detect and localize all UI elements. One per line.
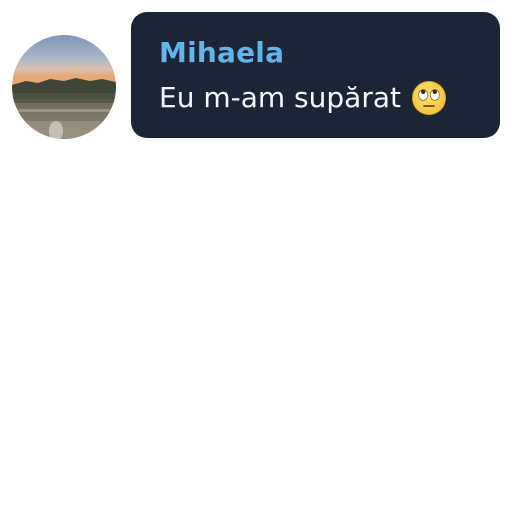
face-with-rolling-eyes-icon <box>411 80 447 116</box>
avatar[interactable] <box>12 35 116 139</box>
message-bubble[interactable]: Mihaela Eu m-am supărat <box>131 12 500 138</box>
avatar-photo <box>12 35 116 139</box>
message-text: Eu m-am supărat <box>159 81 401 114</box>
sender-name[interactable]: Mihaela <box>159 36 474 70</box>
message-body: Eu m-am supărat <box>159 79 474 117</box>
chat-message-row: Mihaela Eu m-am supărat <box>0 0 512 512</box>
